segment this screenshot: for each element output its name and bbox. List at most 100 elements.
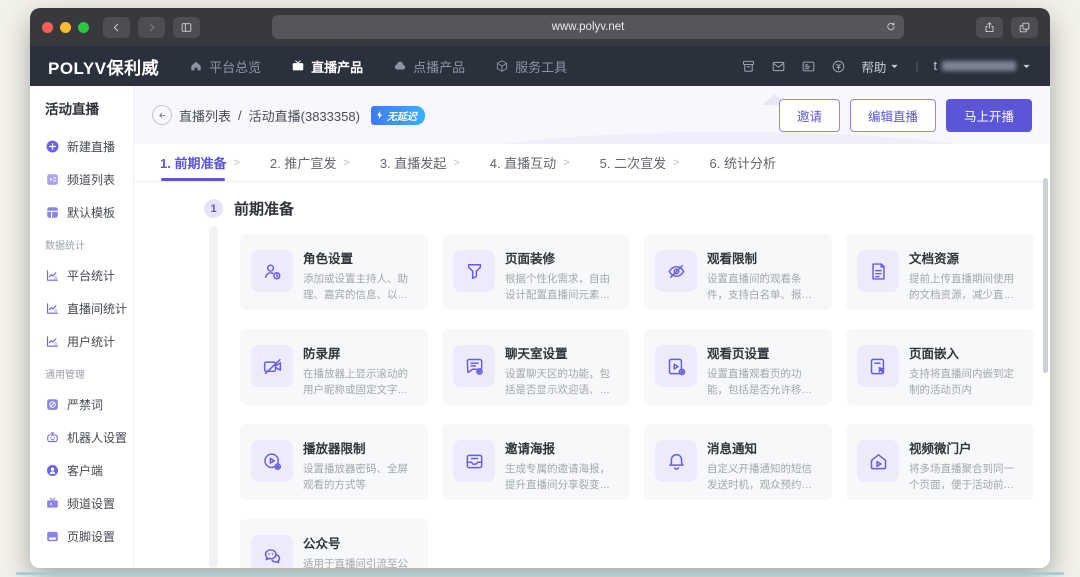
share-button[interactable]	[976, 17, 1003, 38]
sidebar: 活动直播 新建直播频道列表默认模板数据统计平台统计直播间统计用户统计通用管理严禁…	[30, 86, 134, 568]
feature-card-观看限制[interactable]: 观看限制设置直播间的观看条件，支持白名单、报名观看、验...	[644, 234, 832, 310]
account-menu[interactable]: t	[934, 59, 1032, 73]
username-redacted	[942, 61, 1016, 71]
sidebar-toggle-button[interactable]	[173, 17, 200, 38]
sidebar-group-label: 通用管理	[45, 366, 133, 381]
tab-label: 2. 推广宣发	[270, 144, 336, 181]
card-title: 邀请海报	[505, 438, 619, 457]
tab-1. 前期准备[interactable]: 1. 前期准备>	[160, 144, 240, 181]
card-button[interactable]	[801, 59, 816, 74]
feature-card-公众号[interactable]: 公众号适用于直播间引流至公众号或客服，沉淀用户至私域...	[240, 519, 428, 568]
sidebar-item-label: 默认模板	[67, 204, 115, 221]
feature-card-防录屏[interactable]: 防录屏在播放器上显示滚动的用户昵称或固定文字，达到防...	[240, 329, 428, 405]
card-icon-tile	[655, 345, 697, 387]
card-icon-tile	[655, 250, 697, 292]
address-bar[interactable]: www.polyv.net	[272, 15, 904, 39]
watch-page-icon	[666, 356, 687, 377]
chevron-right-icon: >	[343, 157, 349, 169]
card-icon	[801, 59, 816, 74]
mail-button[interactable]	[771, 59, 786, 74]
tabs-icon	[1018, 21, 1031, 34]
username-text: t	[934, 59, 937, 73]
sidebar-item-默认模板[interactable]: 默认模板	[45, 204, 133, 221]
nav-item-label: 直播产品	[311, 57, 363, 76]
tab-label: 5. 二次宣发	[600, 144, 666, 181]
card-title: 角色设置	[303, 248, 417, 267]
caret-down-icon	[1021, 61, 1032, 72]
browser-window: www.polyv.net POLYV保利威 平台总览直播产品点播产品服务工具 …	[30, 8, 1050, 568]
nav-item-label: 点播产品	[413, 57, 465, 76]
no-delay-badge: 无延迟	[371, 106, 425, 125]
player-limit-icon	[262, 451, 283, 472]
card-icon-tile	[251, 535, 293, 568]
feature-card-页面装修[interactable]: 页面装修根据个性化需求，自由设计配置直播间元素。支持自...	[442, 234, 630, 310]
card-title: 页面装修	[505, 248, 619, 267]
bolt-icon	[375, 110, 385, 120]
top-navbar: POLYV保利威 平台总览直播产品点播产品服务工具 帮助 | t	[30, 46, 1050, 86]
sidebar-item-直播间统计[interactable]: 直播间统计	[45, 300, 133, 317]
sidebar-item-频道设置[interactable]: 频道设置	[45, 495, 133, 512]
tab-3. 直播发起[interactable]: 3. 直播发起>	[380, 144, 460, 181]
feature-card-视频微门户[interactable]: 视频微门户将多场直播聚合到同一个页面，便于活动前期的宣发...	[846, 424, 1034, 500]
home-icon	[189, 59, 203, 73]
main-nav: 平台总览 直播产品 点播产品 服务工具	[189, 57, 567, 76]
tab-5. 二次宣发[interactable]: 5. 二次宣发>	[600, 144, 680, 181]
archive-button[interactable]	[741, 59, 756, 74]
feature-card-播放器限制[interactable]: 播放器限制设置播放器密码、全屏观看的方式等	[240, 424, 428, 500]
wechat-icon	[262, 546, 283, 567]
card-description: 自定义开播通知的短信发送时机，观众预约直播后，...	[707, 462, 821, 494]
sidebar-item-频道列表[interactable]: 频道列表	[45, 171, 133, 188]
feature-card-观看页设置[interactable]: 观看页设置设置直播观看页的功能，包括是否允许移动端观看等	[644, 329, 832, 405]
nav-item-点播产品[interactable]: 点播产品	[393, 57, 465, 76]
sidebar-item-客户端[interactable]: 客户端	[45, 462, 133, 479]
feature-card-邀请海报[interactable]: 邀请海报生成专属的邀请海报，提升直播间分享裂变的效果	[442, 424, 630, 500]
sidebar-item-用户统计[interactable]: 用户统计	[45, 333, 133, 350]
nav-item-直播产品[interactable]: 直播产品	[291, 57, 363, 76]
feature-card-聊天室设置[interactable]: 聊天室设置设置聊天区的功能，包括是否显示欢迎语、是否支持...	[442, 329, 630, 405]
forward-button[interactable]	[138, 17, 165, 38]
cube-icon	[495, 59, 509, 73]
breadcrumb: 直播列表 / 活动直播(3833358) 无延迟	[152, 105, 425, 125]
arrow-left-icon	[157, 110, 168, 121]
scrollbar-thumb[interactable]	[1043, 178, 1048, 373]
card-icon-tile	[857, 440, 899, 482]
nav-item-服务工具[interactable]: 服务工具	[495, 57, 567, 76]
sidebar-item-严禁词[interactable]: 严禁词	[45, 396, 133, 413]
breadcrumb-current: 活动直播(3833358)	[249, 106, 360, 125]
url-text: www.polyv.net	[552, 21, 625, 33]
sidebar-item-页脚设置[interactable]: 页脚设置	[45, 528, 133, 545]
header-button-马上开播[interactable]: 马上开播	[946, 99, 1032, 132]
close-window-button[interactable]	[42, 22, 53, 33]
breadcrumb-parent[interactable]: 直播列表	[179, 106, 231, 125]
back-button[interactable]	[103, 17, 130, 38]
card-icon-tile	[453, 250, 495, 292]
tab-4. 直播互动[interactable]: 4. 直播互动>	[490, 144, 570, 181]
chevron-left-icon	[110, 21, 123, 34]
feature-card-消息通知[interactable]: 消息通知自定义开播通知的短信发送时机，观众预约直播后，...	[644, 424, 832, 500]
help-menu[interactable]: 帮助	[861, 57, 900, 76]
feature-card-角色设置[interactable]: 角色设置添加或设置主持人、助理、嘉宾的信息、以及新增助...	[240, 234, 428, 310]
sidebar-item-平台统计[interactable]: 平台统计	[45, 267, 133, 284]
reload-button[interactable]	[885, 21, 897, 33]
back-circle-button[interactable]	[152, 105, 172, 125]
sidebar-item-机器人设置[interactable]: 机器人设置	[45, 429, 133, 446]
tab-overview-button[interactable]	[1011, 17, 1038, 38]
section-title: 前期准备	[234, 198, 294, 219]
tab-label: 6. 统计分析	[710, 144, 776, 181]
polyv-logo[interactable]: POLYV保利威	[48, 54, 159, 79]
tv-icon	[291, 59, 305, 73]
sidebar-item-label: 新建直播	[67, 138, 115, 155]
feature-card-页面嵌入[interactable]: 页面嵌入支持将直播间内嵌到定制的活动页内	[846, 329, 1034, 405]
header-button-编辑直播[interactable]: 编辑直播	[850, 99, 936, 132]
bell-icon	[666, 451, 687, 472]
zoom-window-button[interactable]	[78, 22, 89, 33]
coin-button[interactable]	[831, 59, 846, 74]
header-button-邀请[interactable]: 邀请	[779, 99, 840, 132]
tab-2. 推广宣发[interactable]: 2. 推广宣发 >	[270, 144, 350, 181]
sidebar-item-新建直播[interactable]: 新建直播	[45, 138, 133, 155]
tab-6. 统计分析[interactable]: 6. 统计分析	[710, 144, 776, 181]
minimize-window-button[interactable]	[60, 22, 71, 33]
card-icon-tile	[251, 345, 293, 387]
feature-card-文档资源[interactable]: 文档资源提前上传直播期间使用的文档资源，减少直播中的失...	[846, 234, 1034, 310]
nav-item-平台总览[interactable]: 平台总览	[189, 57, 261, 76]
